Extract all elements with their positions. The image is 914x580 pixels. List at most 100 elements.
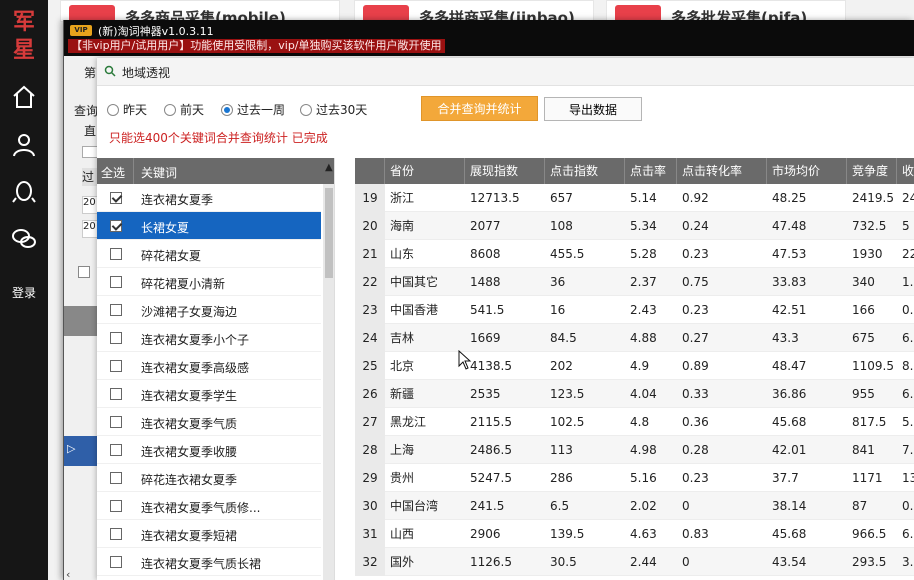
table-row[interactable]: 25 北京 4138.5 202 4.9 0.89 48.47 1109.5 8.57: [355, 352, 914, 380]
keyword-list-header: 全选 关键词 ▲: [97, 158, 334, 184]
table-cell: 732.5: [852, 219, 887, 233]
bg-date-2[interactable]: 20: [82, 220, 98, 238]
table-cell: 0.75: [682, 275, 709, 289]
keyword-checkbox[interactable]: [110, 192, 122, 204]
bg-card-2[interactable]: 多多拼商采集(jinbao): [354, 0, 594, 22]
column-header[interactable]: 市场均价: [767, 158, 847, 184]
keyword-row[interactable]: 连衣裙女夏季气质长裙: [97, 548, 321, 576]
table-row[interactable]: 28 上海 2486.5 113 4.98 0.28 42.01 841 7.14: [355, 436, 914, 464]
scroll-left-icon[interactable]: ‹: [66, 568, 70, 580]
column-header[interactable]: 展现指数: [465, 158, 545, 184]
keyword-row[interactable]: 连衣裙女夏季气质修...: [97, 492, 321, 520]
keyword-checkbox[interactable]: [110, 360, 122, 372]
keyword-row[interactable]: 长裙女夏: [97, 212, 321, 240]
keyword-checkbox[interactable]: [110, 472, 122, 484]
table-cell: 新疆: [390, 387, 415, 401]
column-header[interactable]: [355, 158, 385, 184]
keyword-checkbox[interactable]: [110, 276, 122, 288]
scroll-up-icon[interactable]: ▲: [325, 162, 333, 173]
dialog-titlebar[interactable]: VIP (新)淘词神器v1.0.3.11 【非vip用户/试用用户】功能使用受限…: [64, 20, 914, 56]
table-cell: 中国香港: [390, 303, 439, 317]
bg-past-label[interactable]: 过: [82, 168, 98, 186]
bg-query-label: 查询: [74, 104, 99, 118]
table-cell: 2115.5: [470, 415, 512, 429]
keyword-row[interactable]: 沙滩裙子女夏海边: [97, 296, 321, 324]
radio-past-week[interactable]: 过去一周: [221, 102, 301, 118]
table-cell: 浙江: [390, 191, 415, 205]
keyword-checkbox[interactable]: [110, 444, 122, 456]
keyword-row[interactable]: 连衣裙女夏季气质: [97, 408, 321, 436]
region-window-title: 地域透视: [122, 66, 171, 80]
scrollbar-thumb[interactable]: [325, 188, 333, 278]
keyword-checkbox[interactable]: [110, 416, 122, 428]
expand-arrow-icon[interactable]: ▷: [67, 442, 75, 455]
table-row[interactable]: 23 中国香港 541.5 16 2.43 0.23 42.51 166 0.5: [355, 296, 914, 324]
radio-past-30-days[interactable]: 过去30天: [300, 102, 380, 118]
table-cell: 5.22: [902, 415, 914, 429]
keyword-row[interactable]: 连衣裙女夏季学生: [97, 380, 321, 408]
table-row[interactable]: 24 吉林 1669 84.5 4.88 0.27 43.3 675 6.29: [355, 324, 914, 352]
table-cell: 0.5: [902, 303, 914, 317]
column-header[interactable]: 收藏率: [897, 158, 914, 184]
keyword-row[interactable]: 连衣裙女夏季高级感: [97, 352, 321, 380]
table-row[interactable]: 26 新疆 2535 123.5 4.04 0.33 36.86 955 6.43: [355, 380, 914, 408]
keyword-row[interactable]: 连衣裙女夏季收腰: [97, 436, 321, 464]
column-header[interactable]: 省份: [385, 158, 465, 184]
bg-tab-label[interactable]: 第: [84, 64, 96, 81]
radio-dot: [221, 104, 233, 116]
qq-icon[interactable]: [11, 180, 37, 206]
select-all-header[interactable]: 全选: [101, 164, 125, 181]
bg-checkbox-2[interactable]: [78, 266, 90, 278]
table-row[interactable]: 31 山西 2906 139.5 4.63 0.83 45.68 966.5 6.79: [355, 520, 914, 548]
merge-query-button[interactable]: 合并查询并统计: [421, 96, 538, 121]
home-icon[interactable]: [11, 84, 37, 110]
radio-yesterday[interactable]: 昨天: [107, 102, 167, 118]
keyword-checkbox[interactable]: [110, 500, 122, 512]
column-header[interactable]: 竞争度: [847, 158, 897, 184]
user-icon[interactable]: [11, 132, 37, 158]
bg-date-1[interactable]: 20: [82, 196, 98, 214]
table-row[interactable]: 21 山东 8608 455.5 5.28 0.23 47.53 1930 22.72: [355, 240, 914, 268]
table-row[interactable]: 27 黑龙江 2115.5 102.5 4.8 0.36 45.68 817.5 5.22: [355, 408, 914, 436]
keyword-checkbox[interactable]: [110, 388, 122, 400]
column-header[interactable]: 点击率: [625, 158, 677, 184]
bg-checkbox[interactable]: [82, 146, 98, 158]
table-cell: 4.88: [630, 331, 657, 345]
table-row[interactable]: 20 海南 2077 108 5.34 0.24 47.48 732.5 5: [355, 212, 914, 240]
export-data-button[interactable]: 导出数据: [544, 97, 642, 121]
table-cell: 3.79: [902, 555, 914, 569]
table-cell: 113: [550, 443, 573, 457]
table-row[interactable]: 19 浙江 12713.5 657 5.14 0.92 48.25 2419.5 24.22: [355, 184, 914, 212]
keyword-checkbox[interactable]: [110, 304, 122, 316]
keyword-row[interactable]: 碎花裙女夏: [97, 240, 321, 268]
keyword-row[interactable]: 连衣裙女夏季小个子: [97, 324, 321, 352]
keyword-scrollbar[interactable]: [323, 184, 334, 580]
wechat-icon[interactable]: [11, 226, 37, 252]
column-header[interactable]: 点击指数: [545, 158, 625, 184]
table-cell: 1488: [470, 275, 501, 289]
keyword-row[interactable]: 碎花连衣裙女夏季: [97, 464, 321, 492]
bg-card-3[interactable]: 多多批发采集(pifa): [606, 0, 846, 22]
table-row[interactable]: 30 中国台湾 241.5 6.5 2.02 0 38.14 87 0.29: [355, 492, 914, 520]
keyword-checkbox[interactable]: [110, 248, 122, 260]
keyword-checkbox[interactable]: [110, 528, 122, 540]
region-window-header[interactable]: 地域透视: [97, 58, 914, 86]
login-link[interactable]: 登录: [0, 284, 48, 301]
keyword-row[interactable]: 连衣裙女夏季: [97, 184, 321, 212]
table-cell: 37.7: [772, 471, 799, 485]
radio-day-before[interactable]: 前天: [164, 102, 224, 118]
bg-card-1[interactable]: 多多商品采集(mobile): [60, 0, 340, 22]
table-cell: 1930: [852, 247, 883, 261]
table-row[interactable]: 32 国外 1126.5 30.5 2.44 0 43.54 293.5 3.79: [355, 548, 914, 576]
keyword-text: 连衣裙女夏季: [141, 193, 214, 207]
table-row[interactable]: 22 中国其它 1488 36 2.37 0.75 33.83 340 1.08: [355, 268, 914, 296]
keyword-row[interactable]: 碎花裙夏小清新: [97, 268, 321, 296]
table-row[interactable]: 29 贵州 5247.5 286 5.16 0.23 37.7 1171 13.43: [355, 464, 914, 492]
column-header[interactable]: 点击转化率: [677, 158, 767, 184]
table-cell: 0.23: [682, 247, 709, 261]
keyword-row[interactable]: 连衣裙女夏季短裙: [97, 520, 321, 548]
keyword-checkbox[interactable]: [110, 556, 122, 568]
keyword-checkbox[interactable]: [110, 332, 122, 344]
table-cell: 966.5: [852, 527, 887, 541]
keyword-checkbox[interactable]: [110, 220, 122, 232]
